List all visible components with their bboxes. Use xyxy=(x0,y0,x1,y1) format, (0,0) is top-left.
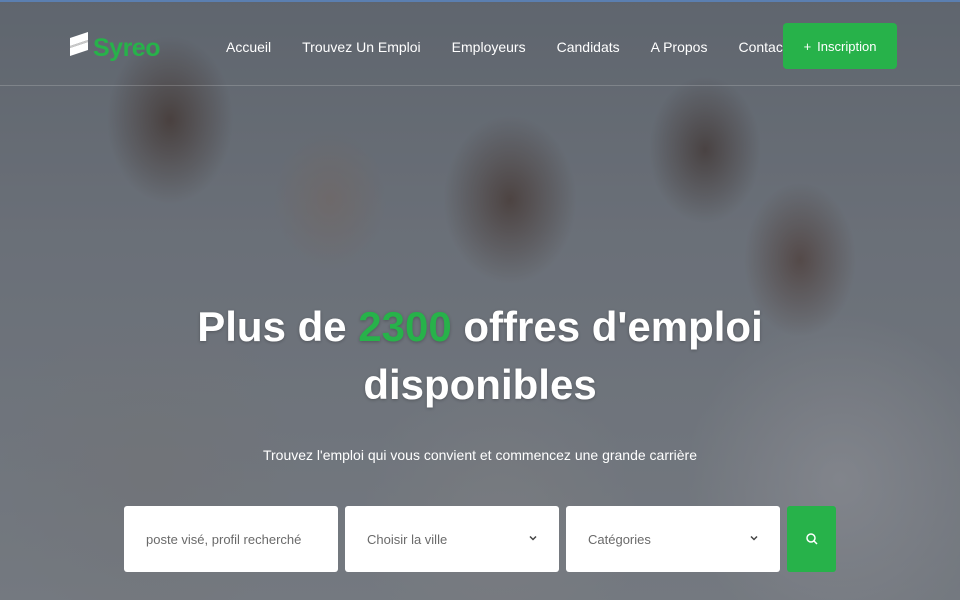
chevron-down-icon xyxy=(750,535,758,541)
top-navigation-bar: Syreo Accueil Trouvez Un Emploi Employeu… xyxy=(0,0,960,86)
hero-headline: Plus de 2300 offres d'emploi disponibles xyxy=(180,298,780,414)
nav-item-contact[interactable]: Contact xyxy=(738,39,786,55)
nav-item-employeurs[interactable]: Employeurs xyxy=(452,39,526,55)
nav-item-a-propos[interactable]: A Propos xyxy=(651,39,708,55)
city-select[interactable]: Choisir la ville xyxy=(345,506,559,572)
chevron-down-icon xyxy=(529,535,537,541)
keyword-placeholder: poste visé, profil recherché xyxy=(146,531,302,547)
brand-logo[interactable]: Syreo xyxy=(68,30,160,67)
nav-item-trouvez-un-emploi[interactable]: Trouvez Un Emploi xyxy=(302,39,421,55)
category-select-value: Catégories xyxy=(588,531,651,547)
inscription-button[interactable]: + Inscription xyxy=(783,23,897,69)
hero-subline: Trouvez l'emploi qui vous convient et co… xyxy=(262,447,698,463)
inscription-label: Inscription xyxy=(817,38,877,54)
logo-icon xyxy=(68,30,90,67)
headline-prefix: Plus de xyxy=(197,303,359,350)
category-select[interactable]: Catégories xyxy=(566,506,780,572)
keyword-input[interactable]: poste visé, profil recherché xyxy=(124,506,338,572)
nav-item-accueil[interactable]: Accueil xyxy=(226,39,271,55)
job-search-form: poste visé, profil recherché Choisir la … xyxy=(124,506,836,572)
search-icon xyxy=(805,533,818,545)
search-button[interactable] xyxy=(787,506,836,572)
city-select-value: Choisir la ville xyxy=(367,531,448,547)
headline-number: 2300 xyxy=(358,303,452,350)
nav-item-candidats[interactable]: Candidats xyxy=(557,39,620,55)
main-nav: Accueil Trouvez Un Emploi Employeurs Can… xyxy=(226,39,818,55)
plus-icon: + xyxy=(803,38,812,54)
brand-name: Syreo xyxy=(93,34,160,62)
